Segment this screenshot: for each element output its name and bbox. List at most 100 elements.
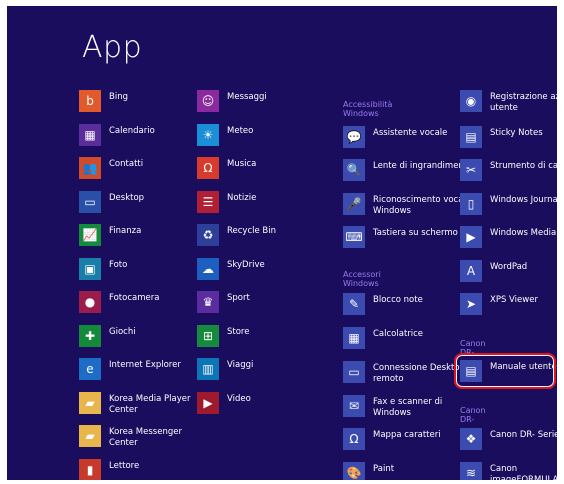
app-tile-fax-e-scanner-di-windows[interactable]: ✉ Fax e scanner di Windows (343, 394, 461, 428)
app-tile-sport[interactable]: ♛ Sport (197, 290, 315, 324)
app-tile-canon-imageformula[interactable]: ≋ Canon imageFORMULA... (460, 461, 557, 480)
app-tile-fotocamera[interactable]: ● Fotocamera (79, 290, 197, 324)
travel-suitcase-icon: ▥ (197, 358, 219, 380)
app-tile-korea-messenger-center[interactable]: ▰ Korea Messenger Center (79, 424, 197, 458)
app-label: Lente di ingrandimento (373, 161, 473, 171)
app-label: Notizie (227, 192, 257, 203)
microphone-icon: 🎤 (343, 193, 365, 215)
character-map-icon: Ω (343, 428, 365, 450)
app-tile-xps-viewer[interactable]: ➤ XPS Viewer (460, 292, 557, 326)
journal-icon: ▯ (460, 193, 482, 215)
calendar-icon: ▦ (79, 123, 101, 146)
app-label: Sticky Notes (490, 128, 543, 138)
app-tile-lettore[interactable]: ▮ Lettore (79, 458, 197, 480)
app-tile-mappa-caratteri[interactable]: Ω Mappa caratteri (343, 427, 461, 461)
group-header-accessibilit-windows: Accessibilità Windows (343, 100, 393, 118)
app-tile-store[interactable]: ⊞ Store (197, 324, 315, 358)
app-tile-skydrive[interactable]: ☁ SkyDrive (197, 257, 315, 291)
app-tile-connessione-desktop-remoto[interactable]: ▭ Connessione Desktop remoto (343, 360, 465, 394)
app-tile-sticky-notes[interactable]: ▤ Sticky Notes (460, 125, 557, 159)
ie-icon: e (79, 358, 101, 380)
notepad-icon: ✎ (343, 293, 365, 315)
app-tile-recycle-bin[interactable]: ♻ Recycle Bin (197, 223, 315, 257)
folder-icon: ▰ (79, 391, 101, 414)
selection-highlight (454, 353, 556, 389)
app-tile-internet-explorer[interactable]: e Internet Explorer (79, 357, 197, 391)
app-label: Viaggi (227, 360, 254, 370)
app-label: Sport (227, 293, 250, 303)
app-tile-viaggi[interactable]: ▥ Viaggi (197, 357, 315, 391)
app-label: WordPad (490, 262, 528, 272)
app-tile-notizie[interactable]: ☰ Notizie (197, 190, 315, 224)
app-tile-assistente-vocale[interactable]: 💬 Assistente vocale (343, 125, 461, 159)
app-tile-messaggi[interactable]: ☺ Messaggi (197, 89, 315, 123)
app-tile-windows-media-player[interactable]: ▶ Windows Media Player (460, 225, 557, 259)
calculator-icon: ▦ (343, 327, 365, 349)
app-label: Fax e scanner di Windows (373, 397, 443, 418)
app-label: Canon imageFORMULA... (490, 464, 557, 480)
app-label: Korea Messenger Center (109, 427, 182, 448)
canon-app-icon: ≋ (460, 462, 482, 480)
wordpad-icon: A (460, 260, 482, 282)
app-label: Windows Media Player (490, 228, 557, 238)
app-tile-windows-journal[interactable]: ▯ Windows Journal (460, 192, 557, 226)
start-apps-screen: App b Bing ▦ Calendario 👥 Contatti ▭ Desktop 📈 Fi… (7, 6, 557, 480)
app-tile-finanza[interactable]: 📈 Finanza (79, 223, 197, 257)
photo-icon: ▣ (79, 257, 101, 280)
app-tile-wordpad[interactable]: A WordPad (460, 259, 557, 293)
app-tile-lente-di-ingrandimento[interactable]: 🔍 Lente di ingrandimento (343, 158, 472, 192)
app-tile-korea-media-player-center[interactable]: ▰ Korea Media Player Center (79, 391, 197, 425)
app-tile-meteo[interactable]: ☀ Meteo (197, 123, 315, 157)
app-tile-riconoscimento-vocale-windows[interactable]: 🎤 Riconoscimento vocale Windows (343, 192, 471, 226)
app-label: Fotocamera (109, 293, 160, 303)
app-tile-foto[interactable]: ▣ Foto (79, 257, 197, 291)
keyboard-icon: ⌨ (343, 226, 365, 248)
app-label: Calcolatrice (373, 329, 424, 339)
app-tile-tastiera-su-schermo[interactable]: ⌨ Tastiera su schermo (343, 225, 461, 259)
messaging-icon: ☺ (197, 90, 219, 112)
app-label: Bing (109, 92, 128, 102)
narrator-icon: 💬 (343, 126, 365, 148)
app-label: SkyDrive (227, 259, 265, 270)
app-label: Internet Explorer (109, 360, 181, 370)
app-tile-calendario[interactable]: ▦ Calendario (79, 123, 197, 157)
xps-viewer-icon: ➤ (460, 293, 482, 315)
app-tile-registrazione-azioni-utente[interactable]: ◉ Registrazione azioni utente (460, 89, 557, 123)
sticky-notes-icon: ▤ (460, 126, 482, 148)
app-tile-strumento-di-cattura[interactable]: ✂ Strumento di cattura (460, 158, 557, 192)
camera-icon: ● (79, 291, 101, 313)
app-label: Giochi (109, 326, 136, 337)
trophy-icon: ♛ (197, 291, 219, 313)
app-tile-video[interactable]: ▶ Video (197, 391, 315, 425)
app-tile-desktop[interactable]: ▭ Desktop (79, 190, 197, 224)
games-controller-icon: ✚ (79, 324, 101, 347)
cloud-icon: ☁ (197, 257, 219, 280)
desktop-icon: ▭ (79, 190, 101, 213)
magnifier-icon: 🔍 (343, 159, 365, 181)
app-label: Tastiera su schermo (373, 228, 458, 238)
app-label: Assistente vocale (373, 128, 448, 138)
app-tile-giochi[interactable]: ✚ Giochi (79, 324, 197, 358)
app-label: Meteo (227, 125, 254, 136)
app-tile-musica[interactable]: Ω Musica (197, 156, 315, 190)
reader-icon: ▮ (79, 458, 101, 480)
people-icon: 👥 (79, 157, 101, 179)
guide-book-icon: ❖ (460, 428, 482, 450)
app-label: Windows Journal (490, 195, 557, 205)
music-headphones-icon: Ω (197, 157, 219, 179)
app-tile-bing[interactable]: b Bing (79, 89, 197, 123)
app-label: Desktop (109, 192, 145, 203)
bing-icon: b (79, 90, 101, 112)
app-label: Canon DR- Serie Guida (490, 430, 557, 440)
app-tile-calcolatrice[interactable]: ▦ Calcolatrice (343, 326, 461, 360)
store-bag-icon: ⊞ (197, 324, 219, 347)
app-label: Store (227, 326, 250, 337)
app-tile-paint[interactable]: 🎨 Paint (343, 461, 461, 480)
app-tile-canon-dr-serie-guida[interactable]: ❖ Canon DR- Serie Guida (460, 427, 557, 461)
news-icon: ☰ (197, 190, 219, 213)
app-tile-blocco-note[interactable]: ✎ Blocco note (343, 292, 461, 326)
app-label: Contatti (109, 159, 144, 169)
app-label: Finanza (109, 226, 142, 236)
app-label: Lettore (109, 460, 140, 471)
app-tile-contatti[interactable]: 👥 Contatti (79, 156, 197, 190)
